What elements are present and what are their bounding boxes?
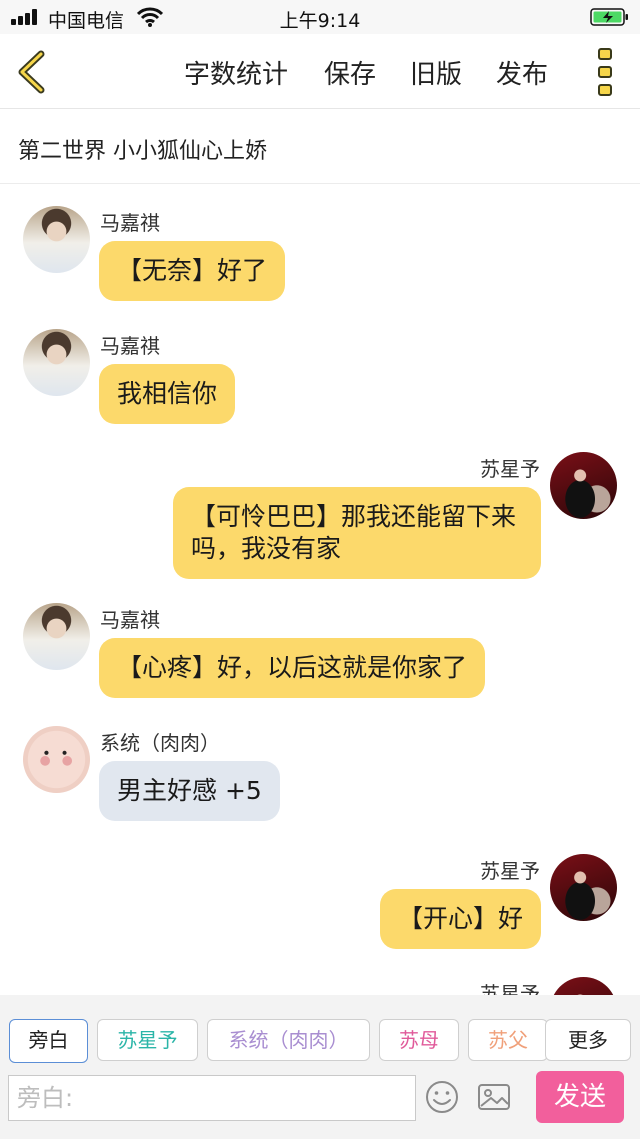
chevron-left-icon[interactable]: [14, 50, 50, 94]
send-button[interactable]: 发送: [536, 1071, 624, 1123]
sender-name: 马嘉祺: [100, 211, 160, 235]
message-bubble[interactable]: 我相信你: [99, 364, 236, 424]
sender-name: 马嘉祺: [100, 608, 160, 632]
editor-toolbar: 字数统计 保存 旧版 发布: [0, 34, 640, 109]
sender-name: 系统（肉肉）: [100, 731, 220, 755]
publish-button[interactable]: 发布: [496, 54, 548, 91]
sender-name: 苏星予: [480, 859, 540, 883]
avatar-system[interactable]: [23, 726, 90, 793]
message-input-field[interactable]: [9, 1076, 415, 1120]
avatar-ma-jiaqi[interactable]: [23, 206, 90, 273]
role-chip-su-mother[interactable]: 苏母: [379, 1019, 459, 1061]
sender-name: 苏星予: [480, 457, 540, 481]
battery-icon: [590, 8, 628, 26]
role-chip-su-father[interactable]: 苏父: [468, 1019, 548, 1061]
avatar-su-xingyu[interactable]: [550, 452, 617, 519]
save-button[interactable]: 保存: [324, 54, 376, 91]
status-bar: 中国电信 上午9:14: [0, 0, 640, 34]
more-roles-button[interactable]: 更多: [545, 1019, 631, 1061]
role-chip-su-xingyu[interactable]: 苏星予: [97, 1019, 198, 1061]
story-title: 第二世界 小小狐仙心上娇: [18, 139, 267, 164]
emoji-icon[interactable]: [424, 1079, 460, 1115]
sender-name: 马嘉祺: [100, 334, 160, 358]
avatar-ma-jiaqi[interactable]: [23, 603, 90, 670]
message-input[interactable]: [8, 1075, 416, 1121]
avatar-ma-jiaqi[interactable]: [23, 329, 90, 396]
old-version-button[interactable]: 旧版: [410, 54, 462, 91]
message-bubble[interactable]: 【开心】好: [379, 889, 541, 949]
story-title-bar: 第二世界 小小狐仙心上娇: [0, 109, 640, 184]
message-bubble[interactable]: 【无奈】好了: [99, 241, 286, 301]
more-vertical-icon[interactable]: [595, 48, 615, 98]
composer-panel: 旁白 苏星予 系统（肉肉） 苏母 苏父 更多 发送: [0, 995, 640, 1139]
avatar-su-xingyu[interactable]: [550, 854, 617, 921]
clock: 上午9:14: [279, 10, 361, 32]
image-icon[interactable]: [476, 1079, 512, 1115]
role-chip-system[interactable]: 系统（肉肉）: [207, 1019, 370, 1061]
message-bubble[interactable]: 男主好感 +5: [99, 761, 280, 821]
word-count-button[interactable]: 字数统计: [184, 54, 288, 91]
message-bubble[interactable]: 【可怜巴巴】那我还能留下来吗，我没有家: [173, 487, 541, 579]
role-chip-narration[interactable]: 旁白: [9, 1019, 88, 1063]
message-bubble[interactable]: 【心疼】好，以后这就是你家了: [99, 638, 486, 698]
